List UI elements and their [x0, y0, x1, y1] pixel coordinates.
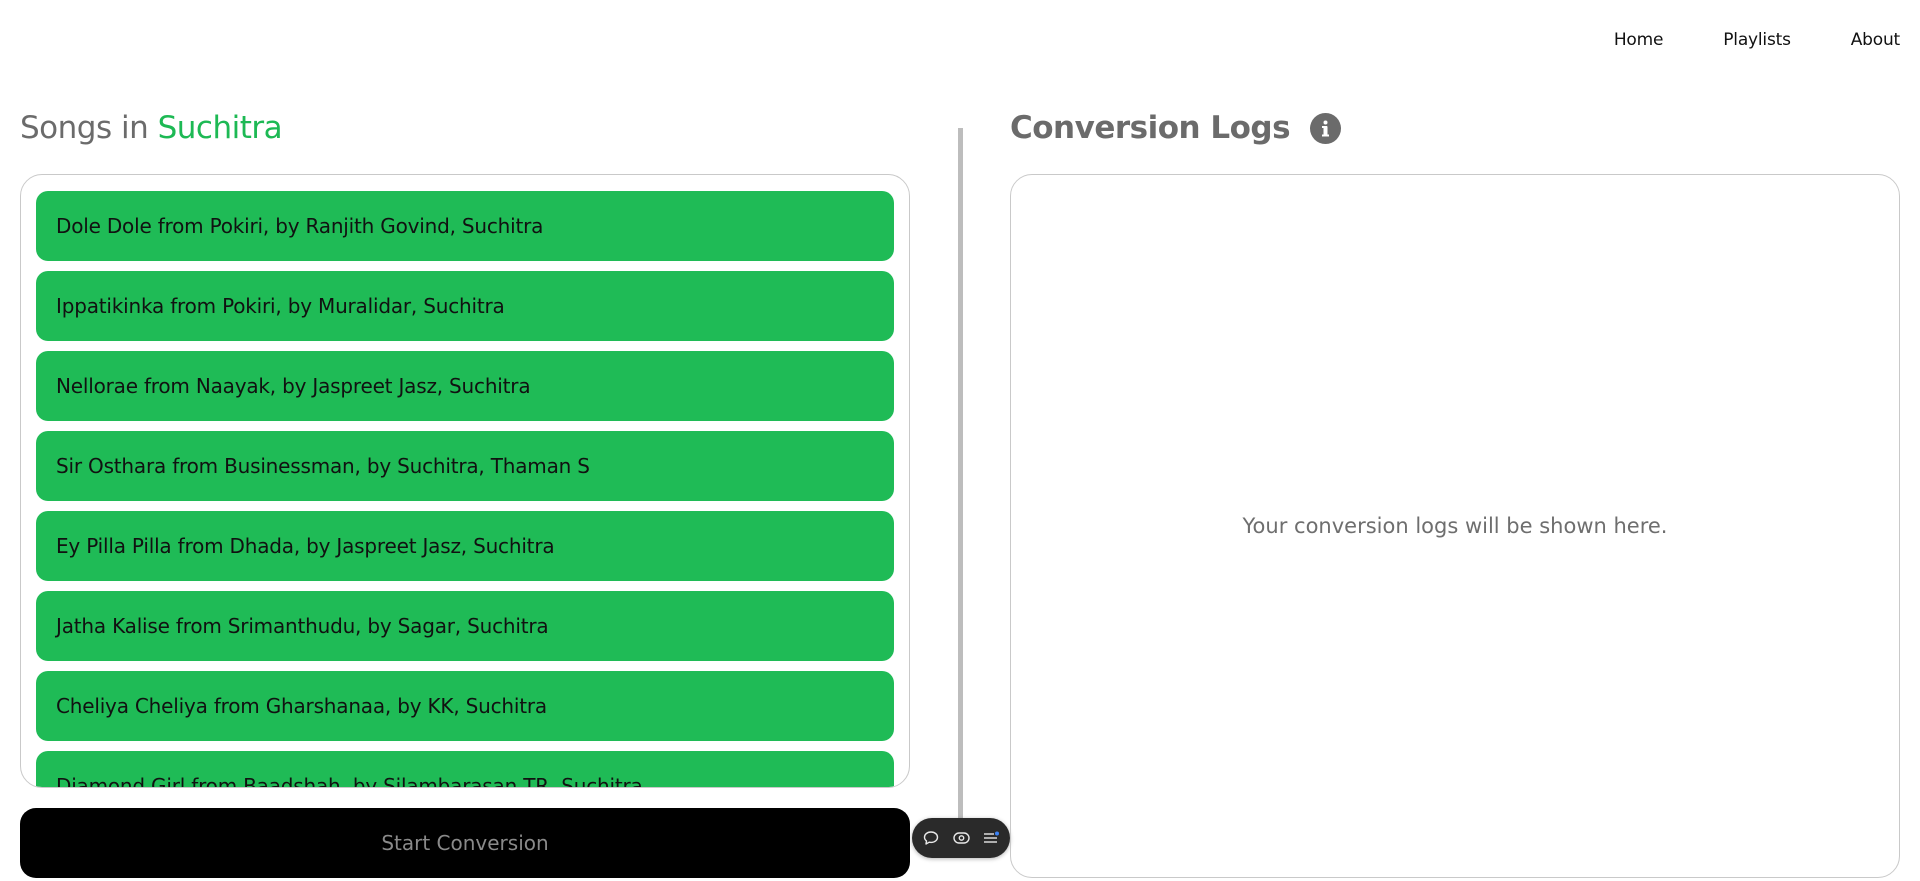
song-item[interactable]: Dole Dole from Pokiri, by Ranjith Govind… [36, 191, 894, 261]
eye-icon[interactable] [952, 829, 970, 847]
nav-about-link[interactable]: About [1851, 30, 1900, 50]
logs-placeholder-text: Your conversion logs will be shown here. [1242, 514, 1668, 538]
nav-home-link[interactable]: Home [1614, 30, 1664, 50]
playlist-name: Suchitra [157, 110, 283, 146]
song-item[interactable]: Ippatikinka from Pokiri, by Muralidar, S… [36, 271, 894, 341]
logs-panel-title: Conversion Logs [1010, 110, 1291, 146]
list-icon[interactable] [982, 829, 1000, 847]
conversion-logs-box: Your conversion logs will be shown here. [1010, 174, 1900, 878]
song-item[interactable]: Cheliya Cheliya from Gharshanaa, by KK, … [36, 671, 894, 741]
song-item[interactable]: Diamond Girl from Baadshah, by Silambara… [36, 751, 894, 787]
info-icon[interactable] [1310, 112, 1342, 144]
logs-panel-title-row: Conversion Logs [1010, 110, 1342, 146]
songs-panel-title: Songs in Suchitra [20, 110, 283, 146]
start-conversion-button[interactable]: Start Conversion [20, 808, 910, 878]
songs-title-prefix: Songs in [20, 110, 158, 146]
floating-toolbar [912, 818, 1010, 858]
panel-divider[interactable] [958, 128, 963, 818]
songs-list[interactable]: Dole Dole from Pokiri, by Ranjith Govind… [20, 174, 910, 788]
nav-playlists-link[interactable]: Playlists [1723, 30, 1791, 50]
chat-bubble-icon[interactable] [922, 829, 940, 847]
song-item[interactable]: Nellorae from Naayak, by Jaspreet Jasz, … [36, 351, 894, 421]
song-item[interactable]: Jatha Kalise from Srimanthudu, by Sagar,… [36, 591, 894, 661]
song-item[interactable]: Ey Pilla Pilla from Dhada, by Jaspreet J… [36, 511, 894, 581]
top-nav: Home Playlists About [1614, 30, 1900, 50]
song-item[interactable]: Sir Osthara from Businessman, by Suchitr… [36, 431, 894, 501]
